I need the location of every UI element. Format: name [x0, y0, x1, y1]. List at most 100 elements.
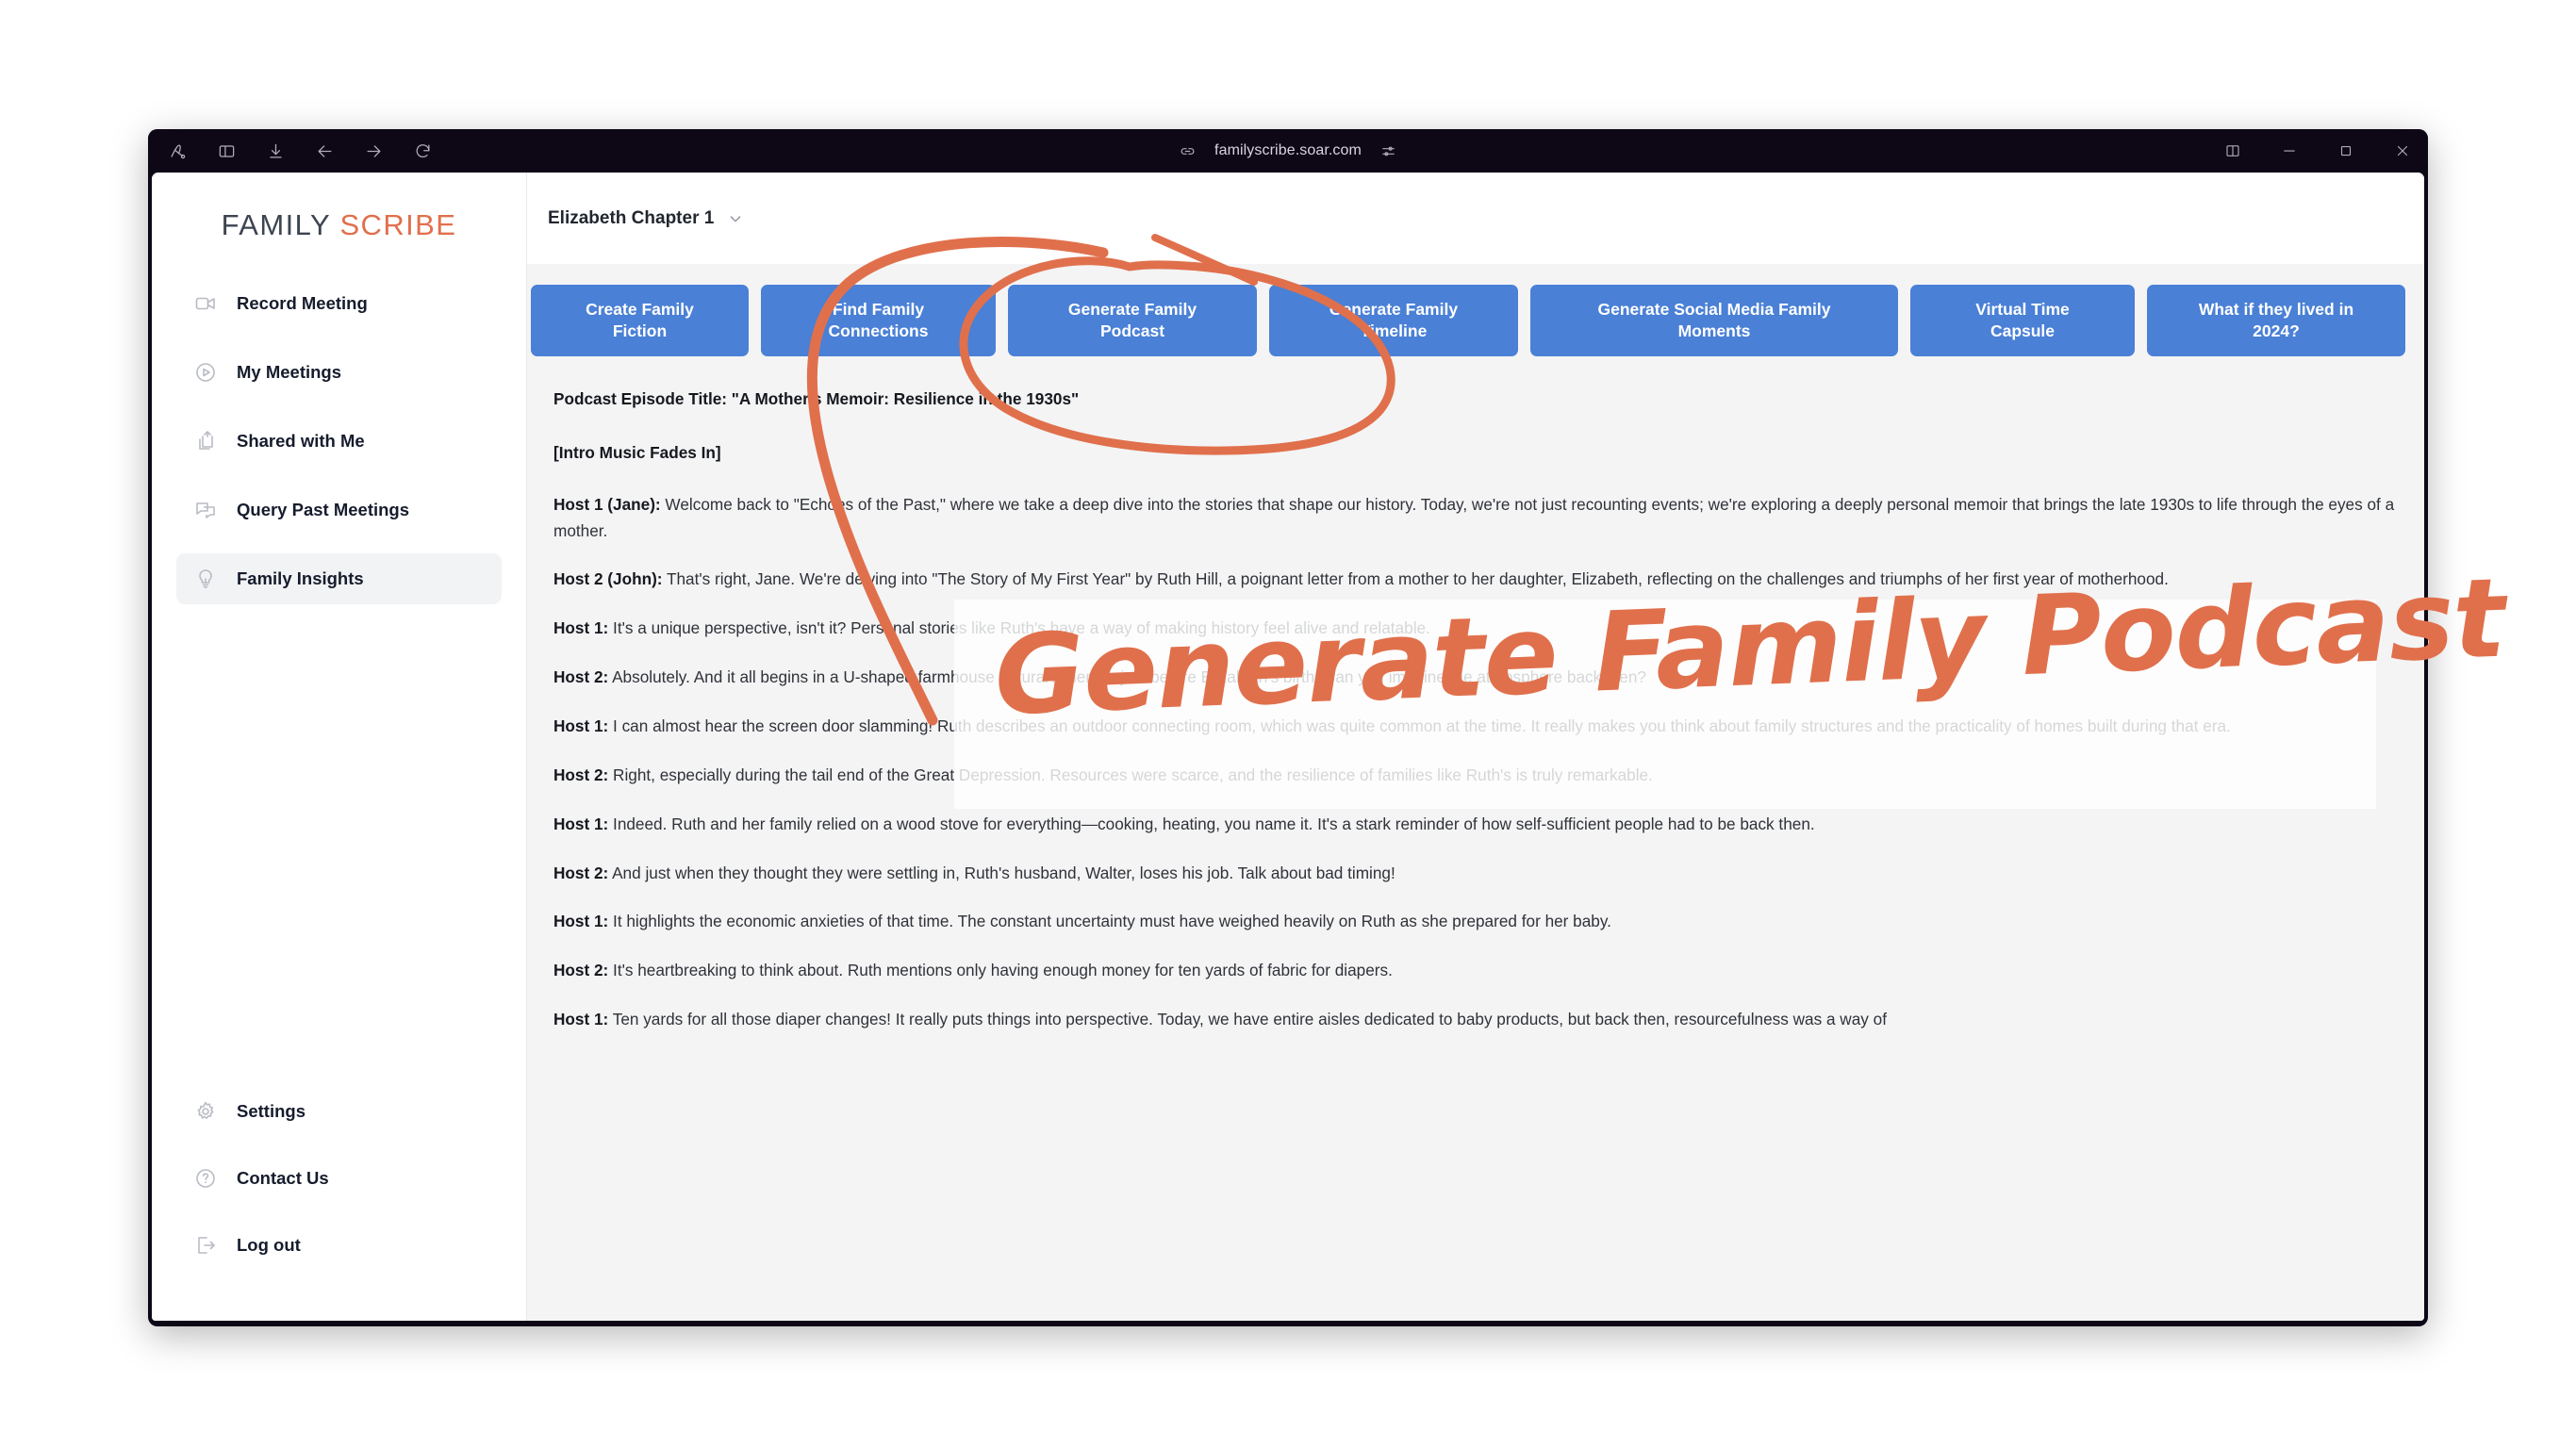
main-content: Elizabeth Chapter 1 Create Family Fictio…: [527, 173, 2424, 1321]
minimize-icon[interactable]: [2279, 140, 2300, 161]
speaker-text: That's right, Jane. We're delving into "…: [662, 569, 2169, 589]
episode-title: Podcast Episode Title: "A Mother's Memoi…: [553, 389, 1080, 408]
sidebar-item-query-past-meetings[interactable]: Query Past Meetings: [176, 485, 502, 535]
arc-logo-icon[interactable]: [167, 140, 188, 161]
transcript-line: Host 2: And just when they thought they …: [553, 861, 2398, 887]
speaker-label: Host 1:: [553, 716, 609, 736]
sidebar-item-label: Query Past Meetings: [237, 500, 410, 519]
browser-nav-icons: [148, 140, 433, 161]
transcript-line: Host 2: Absolutely. And it all begins in…: [553, 665, 2398, 691]
speaker-text: It's a unique perspective, isn't it? Per…: [608, 618, 1430, 638]
sidebar-item-label: Log out: [237, 1235, 301, 1255]
gear-icon: [193, 1099, 218, 1124]
download-icon[interactable]: [265, 140, 286, 161]
speaker-text: It highlights the economic anxieties of …: [608, 912, 1611, 931]
split-view-icon[interactable]: [2222, 140, 2243, 161]
video-camera-icon: [193, 291, 218, 316]
transcript-line: Host 2: Right, especially during the tai…: [553, 763, 2398, 789]
chapter-dropdown[interactable]: Elizabeth Chapter 1: [548, 208, 744, 229]
generate-family-podcast-button[interactable]: Generate Family Podcast: [1008, 285, 1257, 356]
browser-chrome-bar: familyscribe.soar.com: [148, 129, 2428, 173]
speaker-label: Host 1:: [553, 618, 609, 638]
sidebar-nav: Record Meeting My Meetings Shared with M…: [152, 274, 526, 622]
share-icon: [193, 429, 218, 453]
podcast-transcript: Podcast Episode Title: "A Mother's Memoi…: [527, 375, 2424, 1321]
url-text: familyscribe.soar.com: [1214, 142, 1362, 158]
speaker-text: Indeed. Ruth and her family relied on a …: [608, 814, 1815, 833]
transcript-line: Host 1: It's a unique perspective, isn't…: [553, 616, 2398, 642]
back-arrow-icon[interactable]: [314, 140, 335, 161]
sidebar-item-label: Family Insights: [237, 568, 364, 588]
sidebar-item-label: Settings: [237, 1101, 305, 1121]
sidebar-footer-nav: Settings Contact Us Log out: [152, 1082, 526, 1321]
transcript-line: Host 2 (John): That's right, Jane. We're…: [553, 567, 2398, 593]
generate-family-timeline-button[interactable]: Generate Family Timeline: [1269, 285, 1518, 356]
transcript-line: Host 1: It highlights the economic anxie…: [553, 909, 2398, 935]
app-viewport: FAMILY SCRIBE Record Meeting My Meetings…: [152, 173, 2424, 1321]
link-icon: [1177, 140, 1197, 161]
what-if-they-lived-in-2024-button[interactable]: What if they lived in 2024?: [2147, 285, 2405, 356]
intro-cue: [Intro Music Fades In]: [553, 442, 721, 462]
transcript-line: Host 1 (Jane): Welcome back to "Echoes o…: [553, 492, 2398, 545]
chat-bubbles-icon: [193, 498, 218, 522]
transcript-line: Host 1: I can almost hear the screen doo…: [553, 714, 2398, 740]
sidebar-item-family-insights[interactable]: Family Insights: [176, 553, 502, 604]
create-family-fiction-button[interactable]: Create Family Fiction: [531, 285, 749, 356]
sidebar-item-settings[interactable]: Settings: [176, 1086, 502, 1137]
sidebar-toggle-icon[interactable]: [216, 140, 237, 161]
logo-second-word: SCRIBE: [339, 208, 457, 241]
action-button-row: Create Family Fiction Find Family Connec…: [527, 285, 2424, 356]
speaker-label: Host 2:: [553, 863, 609, 882]
page-settings-sliders-icon[interactable]: [1379, 140, 1399, 161]
speaker-label: Host 2:: [553, 667, 609, 687]
sidebar-item-my-meetings[interactable]: My Meetings: [176, 347, 502, 398]
speaker-text: Welcome back to "Echoes of the Past," wh…: [553, 494, 2395, 540]
question-circle-icon: [193, 1166, 218, 1191]
window-controls: [2222, 140, 2413, 161]
chevron-down-icon: [727, 210, 744, 227]
main-header: Elizabeth Chapter 1: [527, 173, 2424, 264]
sidebar-item-shared-with-me[interactable]: Shared with Me: [176, 416, 502, 467]
app-logo: FAMILY SCRIBE: [152, 173, 526, 274]
speaker-label: Host 1 (Jane):: [553, 494, 661, 514]
chapter-label: Elizabeth Chapter 1: [548, 207, 715, 228]
logout-arrow-icon: [193, 1233, 218, 1258]
speaker-label: Host 1:: [553, 912, 609, 931]
speaker-text: It's heartbreaking to think about. Ruth …: [608, 961, 1393, 980]
forward-arrow-icon[interactable]: [363, 140, 384, 161]
find-family-connections-button[interactable]: Find Family Connections: [761, 285, 996, 356]
speaker-text: Ten yards for all those diaper changes! …: [608, 1010, 1887, 1029]
sidebar-item-label: Record Meeting: [237, 293, 368, 313]
sidebar-item-contact-us[interactable]: Contact Us: [176, 1153, 502, 1204]
sidebar: FAMILY SCRIBE Record Meeting My Meetings…: [152, 173, 527, 1321]
browser-window: familyscribe.soar.com FAMILY SCRIBE Reco…: [148, 129, 2428, 1326]
sidebar-item-log-out[interactable]: Log out: [176, 1220, 502, 1271]
close-icon[interactable]: [2392, 140, 2413, 161]
sidebar-item-label: Contact Us: [237, 1168, 329, 1188]
virtual-time-capsule-button[interactable]: Virtual Time Capsule: [1910, 285, 2135, 356]
logo-first-word: FAMILY: [221, 208, 331, 241]
transcript-line: Host 1: Indeed. Ruth and her family reli…: [553, 812, 2398, 838]
speaker-label: Host 2:: [553, 961, 609, 980]
sidebar-item-label: Shared with Me: [237, 431, 365, 451]
maximize-icon[interactable]: [2336, 140, 2356, 161]
speaker-text: Absolutely. And it all begins in a U-sha…: [608, 667, 1646, 687]
play-circle-icon: [193, 360, 218, 385]
sidebar-item-label: My Meetings: [237, 362, 342, 382]
speaker-label: Host 1:: [553, 1010, 609, 1029]
speaker-label: Host 1:: [553, 814, 609, 833]
speaker-label: Host 2 (John):: [553, 569, 663, 589]
reload-icon[interactable]: [412, 140, 433, 161]
transcript-line: Host 2: It's heartbreaking to think abou…: [553, 958, 2398, 984]
action-toolbar: Create Family Fiction Find Family Connec…: [527, 264, 2424, 375]
speaker-text: I can almost hear the screen door slammi…: [608, 716, 2231, 736]
lightbulb-icon: [193, 567, 218, 591]
speaker-label: Host 2:: [553, 765, 609, 784]
transcript-line: Host 1: Ten yards for all those diaper c…: [553, 1007, 2398, 1033]
generate-social-media-family-moments-button[interactable]: Generate Social Media Family Moments: [1530, 285, 1898, 356]
speaker-text: And just when they thought they were set…: [608, 863, 1395, 882]
speaker-text: Right, especially during the tail end of…: [608, 765, 1653, 784]
sidebar-item-record-meeting[interactable]: Record Meeting: [176, 278, 502, 329]
address-bar[interactable]: familyscribe.soar.com: [148, 140, 2428, 161]
